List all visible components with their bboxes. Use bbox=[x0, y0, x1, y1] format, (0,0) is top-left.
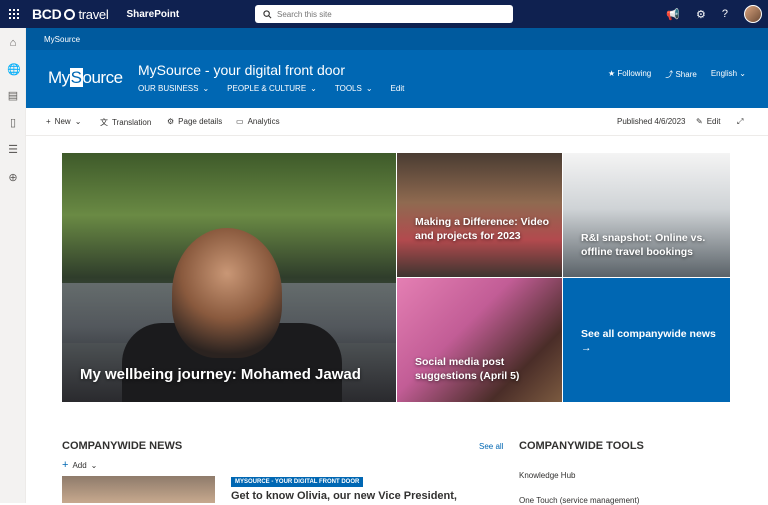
tool-link-one-touch[interactable]: One Touch (service management) bbox=[519, 496, 639, 505]
add-news-button[interactable]: + Add ⌄ bbox=[62, 459, 97, 471]
nav-edit-link[interactable]: Edit bbox=[391, 84, 405, 93]
news-see-all-link[interactable]: See all bbox=[479, 442, 503, 451]
hero-kids-caption: Making a Difference: Video and projects … bbox=[415, 216, 550, 242]
share-icon: ⤴ bbox=[665, 70, 676, 79]
edit-button[interactable]: ✎ Edit bbox=[696, 117, 721, 126]
chevron-down-icon: ⌄ bbox=[202, 84, 210, 93]
following-button[interactable]: ★ Following bbox=[608, 69, 651, 80]
list-icon[interactable]: ☰ bbox=[7, 144, 19, 156]
search-box[interactable] bbox=[255, 5, 513, 23]
tool-link-knowledge-hub[interactable]: Knowledge Hub bbox=[519, 471, 575, 480]
help-icon[interactable]: ? bbox=[722, 8, 728, 20]
plus-icon: + bbox=[46, 117, 51, 126]
logo-dot bbox=[64, 8, 76, 20]
analytics-button[interactable]: ▭ Analytics bbox=[236, 117, 280, 126]
published-date: Published 4/6/2023 bbox=[617, 117, 686, 126]
see-all-news-link: See all companywide news → bbox=[581, 328, 716, 354]
hero-main-caption: My wellbeing journey: Mohamed Jawad bbox=[80, 366, 361, 383]
plus-icon: + bbox=[62, 459, 69, 471]
chevron-down-icon: ⌄ bbox=[90, 460, 98, 470]
chevron-down-icon: ⌄ bbox=[74, 117, 82, 126]
hero-tile-see-all[interactable]: See all companywide news → bbox=[563, 278, 730, 402]
chevron-down-icon: ⌄ bbox=[310, 84, 317, 93]
site-logo[interactable]: MySource bbox=[48, 68, 123, 88]
chevron-down-icon: ⌄ bbox=[737, 69, 746, 78]
news-icon[interactable]: ▤ bbox=[7, 90, 19, 102]
new-button[interactable]: + New ⌄ bbox=[46, 117, 81, 126]
hero-tile-kids[interactable]: Making a Difference: Video and projects … bbox=[397, 153, 562, 277]
home-icon[interactable]: ⌂ bbox=[7, 37, 19, 49]
gear-icon[interactable]: ⚙ bbox=[696, 8, 706, 21]
translation-button[interactable]: 文 Translation bbox=[100, 117, 151, 128]
hero-web-part: My wellbeing journey: Mohamed Jawad Maki… bbox=[62, 153, 730, 402]
globe-icon[interactable]: 🌐 bbox=[7, 64, 21, 76]
translate-icon: 文 bbox=[100, 118, 108, 127]
add-circle-icon[interactable]: ⊕ bbox=[7, 172, 19, 184]
gear-icon: ⚙ bbox=[167, 117, 175, 126]
nav-our-business[interactable]: OUR BUSINESS ⌄ bbox=[138, 84, 209, 93]
nav-tools[interactable]: TOOLS ⌄ bbox=[335, 84, 373, 93]
tools-heading: COMPANYWIDE TOOLS bbox=[519, 440, 644, 452]
hero-social-caption: Social media post suggestions (April 5) bbox=[415, 356, 520, 382]
site-nav: OUR BUSINESS ⌄ PEOPLE & CULTURE ⌄ TOOLS ⌄ E… bbox=[138, 84, 404, 93]
site-actions: ★ Following ⤴ Share English ⌄ bbox=[608, 69, 746, 80]
hub-name[interactable]: MySource bbox=[44, 35, 80, 44]
site-header: MySource MySource - your digital front d… bbox=[26, 50, 768, 108]
document-icon[interactable]: ▯ bbox=[7, 117, 19, 129]
app-launcher-icon[interactable] bbox=[0, 0, 28, 28]
hero-tile-snapshot[interactable]: R&I snapshot: Online vs. offline travel … bbox=[563, 153, 730, 277]
share-button[interactable]: ⤴ Share bbox=[665, 69, 697, 80]
hub-bar: MySource bbox=[26, 28, 768, 50]
star-icon: ★ bbox=[608, 69, 618, 78]
megaphone-icon[interactable]: 📢 bbox=[666, 8, 680, 21]
news-heading: COMPANYWIDE NEWS bbox=[62, 440, 183, 452]
page-details-button[interactable]: ⚙ Page details bbox=[167, 117, 222, 126]
search-icon bbox=[263, 9, 272, 18]
suite-actions: 📢 ⚙ ? bbox=[666, 0, 762, 28]
app-name[interactable]: SharePoint bbox=[126, 9, 179, 20]
company-logo[interactable]: BCD travel bbox=[32, 6, 109, 22]
hero-tile-main[interactable]: My wellbeing journey: Mohamed Jawad bbox=[62, 153, 396, 402]
command-bar: + New ⌄ 文 Translation ⚙ Page details ▭ Analyt… bbox=[26, 108, 768, 136]
chevron-down-icon: ⌄ bbox=[365, 84, 373, 93]
language-selector[interactable]: English ⌄ bbox=[711, 69, 746, 80]
expand-icon[interactable]: ⤢ bbox=[737, 117, 743, 127]
analytics-icon: ▭ bbox=[236, 117, 244, 126]
news-thumbnail[interactable] bbox=[62, 476, 215, 503]
hero-snapshot-caption: R&I snapshot: Online vs. offline travel … bbox=[581, 232, 706, 258]
avatar[interactable] bbox=[744, 5, 762, 23]
pencil-icon: ✎ bbox=[696, 117, 703, 126]
person-portrait-image bbox=[172, 228, 282, 358]
site-title[interactable]: MySource - your digital front door bbox=[138, 62, 345, 78]
search-input[interactable] bbox=[277, 9, 497, 19]
news-category-badge[interactable]: MYSOURCE - YOUR DIGITAL FRONT DOOR bbox=[231, 477, 364, 487]
nav-people-culture[interactable]: PEOPLE & CULTURE ⌄ bbox=[227, 84, 317, 93]
left-rail: ⌂ 🌐 ▤ ▯ ☰ ⊕ bbox=[0, 28, 26, 503]
hero-tile-social[interactable]: Social media post suggestions (April 5) bbox=[397, 278, 562, 402]
news-item-title[interactable]: Get to know Olivia, our new Vice Preside… bbox=[231, 490, 457, 502]
